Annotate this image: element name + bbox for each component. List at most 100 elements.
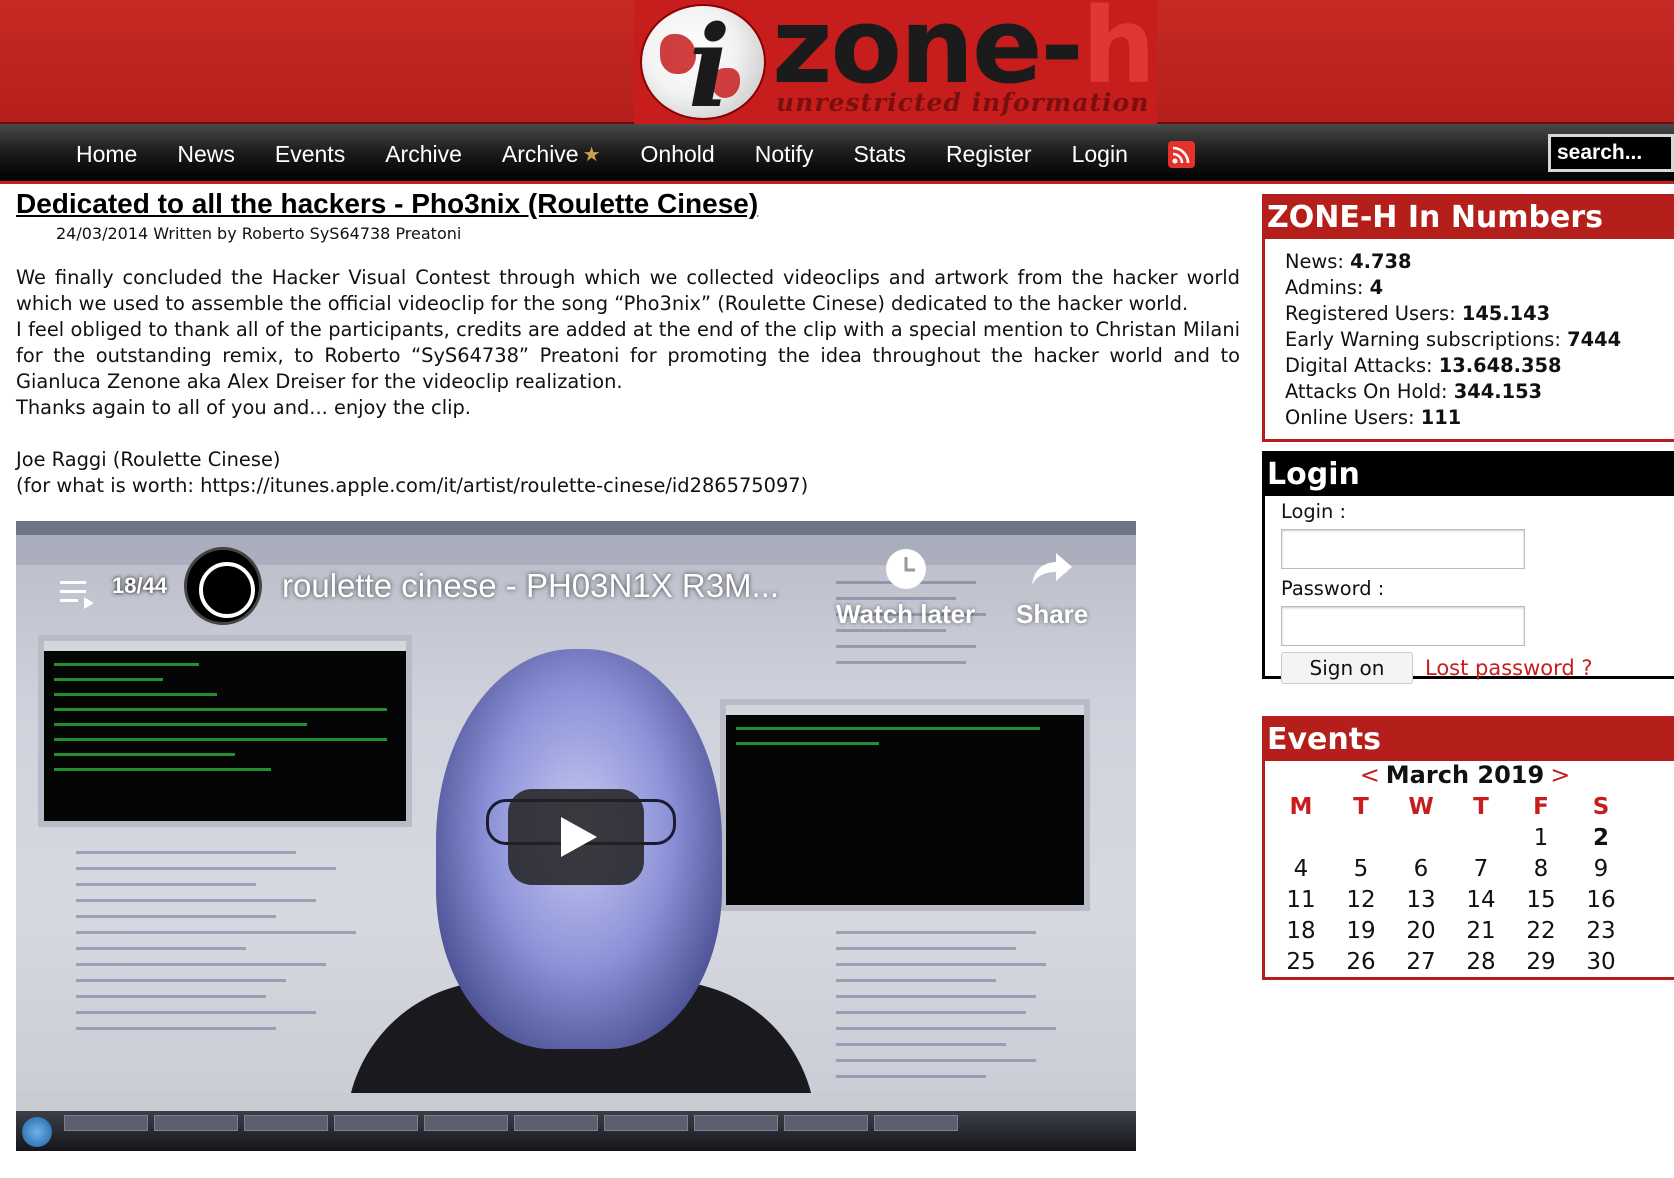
video-frame-taskbar bbox=[16, 1111, 1136, 1151]
calendar-day[interactable]: 21 bbox=[1451, 915, 1511, 946]
nav-archive-special[interactable]: Archive ★ bbox=[502, 141, 601, 168]
share-button[interactable]: Share bbox=[1016, 545, 1088, 630]
nav-register[interactable]: Register bbox=[946, 141, 1032, 168]
prev-month-button[interactable]: < bbox=[1360, 761, 1380, 789]
calendar-day[interactable]: 8 bbox=[1511, 853, 1571, 884]
calendar-day[interactable]: 6 bbox=[1391, 853, 1451, 884]
video-player[interactable]: 18/44 roulette cinese - PH03N1X R3M... W… bbox=[16, 521, 1136, 1151]
terminal-window bbox=[720, 699, 1090, 911]
article: Dedicated to all the hackers - Pho3nix (… bbox=[16, 186, 1240, 499]
weekday-header: W bbox=[1408, 793, 1434, 820]
stat-row: Early Warning subscriptions: 7444 bbox=[1285, 328, 1622, 351]
nav-login[interactable]: Login bbox=[1072, 141, 1128, 168]
calendar-day-highlighted[interactable]: 2 bbox=[1571, 822, 1631, 853]
calendar-grid: M T W T F S 1 2 4 5 6 7 8 9 11 12 13 14 bbox=[1271, 791, 1631, 977]
weekday-header: S bbox=[1592, 793, 1610, 820]
share-label: Share bbox=[1016, 599, 1089, 629]
password-field[interactable] bbox=[1281, 606, 1525, 646]
login-box: Login Login : Password : Sign on Lost pa… bbox=[1262, 451, 1674, 684]
start-orb-icon bbox=[22, 1117, 52, 1147]
calendar-day bbox=[1271, 822, 1331, 853]
nav-news[interactable]: News bbox=[177, 141, 235, 168]
calendar-day[interactable]: 13 bbox=[1391, 884, 1451, 915]
logo-i-letter: i bbox=[688, 2, 731, 124]
calendar-day bbox=[1451, 822, 1511, 853]
calendar-day[interactable]: 22 bbox=[1511, 915, 1571, 946]
article-meta: 24/03/2014 Written by Roberto SyS64738 P… bbox=[56, 224, 462, 243]
calendar-day[interactable]: 12 bbox=[1331, 884, 1391, 915]
calendar-day[interactable]: 19 bbox=[1331, 915, 1391, 946]
numbers-box: ZONE-H In Numbers News: 4.738 Admins: 4 … bbox=[1262, 194, 1674, 442]
weekday-header: M bbox=[1289, 793, 1313, 820]
play-button[interactable] bbox=[508, 789, 644, 885]
nav-archive-special-label: Archive bbox=[501, 140, 579, 167]
calendar-day[interactable]: 14 bbox=[1451, 884, 1511, 915]
events-title: Events bbox=[1265, 719, 1674, 761]
numbers-title: ZONE-H In Numbers bbox=[1265, 197, 1674, 239]
terminal-window bbox=[38, 635, 412, 827]
article-link-line[interactable]: (for what is worth: https://itunes.apple… bbox=[16, 473, 1240, 499]
login-field[interactable] bbox=[1281, 529, 1525, 569]
password-label: Password : bbox=[1281, 577, 1385, 600]
nav-home[interactable]: Home bbox=[76, 141, 137, 168]
playlist-count: 18/44 bbox=[112, 573, 168, 598]
stat-row: Registered Users: 145.143 bbox=[1285, 302, 1551, 325]
sign-on-button[interactable]: Sign on bbox=[1281, 652, 1413, 684]
article-paragraph: We finally concluded the Hacker Visual C… bbox=[16, 266, 1240, 315]
calendar-month-header: < March 2019 > bbox=[1265, 761, 1665, 789]
weekday-header: T bbox=[1353, 793, 1369, 820]
calendar-day[interactable]: 4 bbox=[1271, 853, 1331, 884]
weekday-header: T bbox=[1473, 793, 1489, 820]
calendar-day bbox=[1391, 822, 1451, 853]
calendar-day[interactable]: 1 bbox=[1511, 822, 1571, 853]
zone-h-logo[interactable]: i zone-h unrestricted information bbox=[634, 0, 1157, 124]
calendar-day[interactable]: 25 bbox=[1271, 946, 1331, 977]
calendar-day[interactable]: 15 bbox=[1511, 884, 1571, 915]
calendar-month-label: March 2019 bbox=[1385, 761, 1545, 789]
share-icon bbox=[1032, 553, 1073, 585]
calendar-day[interactable]: 18 bbox=[1271, 915, 1331, 946]
search-input[interactable] bbox=[1548, 134, 1674, 172]
article-paragraph: I feel obliged to thank all of the parti… bbox=[16, 318, 1240, 393]
watch-later-button[interactable]: Watch later bbox=[836, 545, 975, 630]
clock-icon bbox=[885, 549, 926, 589]
weekday-header: F bbox=[1533, 793, 1549, 820]
calendar-day bbox=[1331, 822, 1391, 853]
calendar-day[interactable]: 11 bbox=[1271, 884, 1331, 915]
rss-icon[interactable] bbox=[1167, 140, 1195, 168]
nav-archive[interactable]: Archive bbox=[385, 141, 462, 168]
watch-later-label: Watch later bbox=[836, 599, 976, 629]
calendar-day[interactable]: 9 bbox=[1571, 853, 1631, 884]
login-label: Login : bbox=[1281, 500, 1347, 523]
calendar-day[interactable]: 26 bbox=[1331, 946, 1391, 977]
channel-avatar[interactable] bbox=[184, 547, 262, 625]
lost-password-link[interactable]: Lost password ? bbox=[1425, 656, 1593, 680]
nav-onhold[interactable]: Onhold bbox=[641, 141, 715, 168]
stat-row: Online Users: 111 bbox=[1285, 406, 1462, 429]
nav-stats[interactable]: Stats bbox=[854, 141, 906, 168]
events-box: Events < March 2019 > M T W T F S 1 2 4 5 … bbox=[1262, 716, 1674, 980]
nav-events[interactable]: Events bbox=[275, 141, 345, 168]
calendar-day[interactable]: 16 bbox=[1571, 884, 1631, 915]
next-month-button[interactable]: > bbox=[1550, 761, 1570, 789]
calendar-day[interactable]: 28 bbox=[1451, 946, 1511, 977]
video-title[interactable]: roulette cinese - PH03N1X R3M... bbox=[282, 567, 779, 605]
calendar-day[interactable]: 20 bbox=[1391, 915, 1451, 946]
calendar-day[interactable]: 7 bbox=[1451, 853, 1511, 884]
calendar-day[interactable]: 30 bbox=[1571, 946, 1631, 977]
nav-notify[interactable]: Notify bbox=[755, 141, 814, 168]
article-paragraph: Thanks again to all of you and... enjoy … bbox=[16, 396, 471, 419]
calendar-day[interactable]: 5 bbox=[1331, 853, 1391, 884]
star-icon: ★ bbox=[582, 143, 601, 166]
stat-row: News: 4.738 bbox=[1285, 250, 1412, 273]
calendar-day[interactable]: 29 bbox=[1511, 946, 1571, 977]
stat-row: Admins: 4 bbox=[1285, 276, 1384, 299]
logo-tagline: unrestricted information bbox=[776, 88, 1150, 117]
calendar-day[interactable]: 27 bbox=[1391, 946, 1451, 977]
article-title[interactable]: Dedicated to all the hackers - Pho3nix (… bbox=[16, 186, 1240, 222]
article-body: We finally concluded the Hacker Visual C… bbox=[16, 265, 1240, 499]
playlist-icon[interactable] bbox=[60, 579, 104, 611]
calendar-day[interactable]: 23 bbox=[1571, 915, 1631, 946]
main-nav: Home News Events Archive Archive ★ Onhold… bbox=[0, 124, 1674, 184]
article-signature: Joe Raggi (Roulette Cinese) bbox=[16, 448, 281, 471]
